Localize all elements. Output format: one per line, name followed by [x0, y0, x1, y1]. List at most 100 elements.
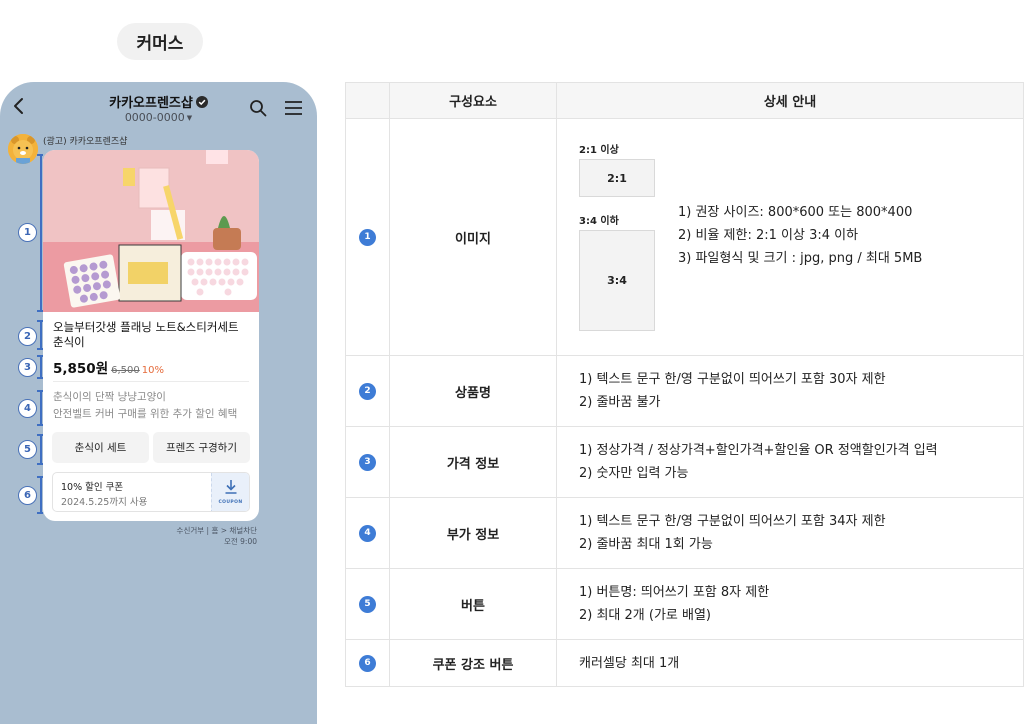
- additional-info-line-1: 춘식이의 단짝 냥냥고양이: [53, 391, 166, 403]
- card-divider: [53, 381, 249, 382]
- price-current: 5,850원: [53, 361, 109, 377]
- marker-6: 6: [18, 486, 37, 505]
- marker-2: 2: [18, 327, 37, 346]
- additional-info-line-2: 안전벨트 커버 구매를 위한 추가 할인 혜택: [53, 408, 238, 420]
- bracket-line-price: [37, 355, 43, 379]
- additional-info: 춘식이의 단짝 냥냥고양이 안전벨트 커버 구매를 위한 추가 할인 혜택: [53, 389, 253, 423]
- row-number-badge: 4: [359, 524, 376, 542]
- row-name: 상품명: [389, 355, 557, 427]
- row-detail-cell: 1) 텍스트 문구 한/영 구분없이 띄어쓰기 포함 34자 제한 2) 줄바꿈…: [556, 497, 1024, 569]
- table-row: 5 버튼 1) 버튼명: 띄어쓰기 포함 8자 제한 2) 최대 2개 (가로 …: [345, 568, 1024, 640]
- row-name: 버튼: [389, 568, 557, 640]
- product-title: 오늘부터갓생 플래닝 노트&스티커세트 춘식이: [53, 320, 253, 350]
- spec-table: 구성요소 상세 안내 1 이미지 2:1 이상 2:1 3:4 이하 3:4 1…: [345, 82, 1024, 687]
- search-icon[interactable]: [249, 99, 267, 117]
- price-row: 5,850원 6,500 10%: [53, 357, 164, 377]
- product-title-line-1: 오늘부터갓생 플래닝 노트&스티커세트: [53, 320, 239, 334]
- row-number-badge: 1: [359, 228, 376, 246]
- detail-line: 1) 정상가격 / 정상가격+할인가격+할인율 OR 정액할인가격 입력: [579, 443, 938, 458]
- row-name: 이미지: [389, 118, 557, 356]
- header-detail: 상세 안내: [556, 82, 1024, 119]
- detail-line: 1) 텍스트 문구 한/영 구분없이 띄어쓰기 포함 34자 제한: [579, 514, 886, 529]
- coupon-download-area[interactable]: COUPON: [211, 473, 249, 511]
- row-num-cell: 6: [345, 639, 390, 687]
- bracket-line-buttons: [37, 434, 43, 465]
- coupon-tag: COUPON: [218, 500, 243, 505]
- row-num-cell: 2: [345, 355, 390, 427]
- bracket-line-subinfo: [37, 390, 43, 426]
- row-number-badge: 5: [359, 595, 376, 613]
- product-title-line-2: 춘식이: [53, 335, 85, 349]
- row-number-badge: 3: [359, 453, 376, 471]
- sender-label: (광고) 카카오프렌즈샵: [43, 137, 128, 147]
- ratio-label-2-1: 2:1 이상: [579, 145, 619, 156]
- coupon-button[interactable]: 10% 할인 쿠폰 2024.5.25까지 사용 COUPON: [52, 472, 250, 512]
- channel-avatar[interactable]: [8, 134, 38, 164]
- row-detail-cell: 캐러셀당 최대 1개: [556, 639, 1024, 687]
- row-num-cell: 3: [345, 426, 390, 498]
- marker-5: 5: [18, 440, 37, 459]
- marker-4: 4: [18, 399, 37, 418]
- price-discount: 10%: [141, 365, 164, 376]
- row-num-cell: 5: [345, 568, 390, 640]
- table-row: 3 가격 정보 1) 정상가격 / 정상가격+할인가격+할인율 OR 정액할인가…: [345, 426, 1024, 498]
- row-detail-cell: 2:1 이상 2:1 3:4 이하 3:4 1) 권장 사이즈: 800*600…: [556, 118, 1024, 356]
- detail-line: 1) 버튼명: 띄어쓰기 포함 8자 제한: [579, 585, 770, 600]
- bracket-line-coupon: [37, 476, 43, 514]
- card-button-chunsik-set[interactable]: 춘식이 세트: [52, 432, 149, 463]
- ratio-box-3-4: 3:4: [579, 230, 655, 331]
- table-row: 2 상품명 1) 텍스트 문구 한/영 구분없이 띄어쓰기 포함 30자 제한 …: [345, 355, 1024, 427]
- image-detail: 2:1 이상 2:1 3:4 이하 3:4 1) 권장 사이즈: 800*600…: [557, 119, 1023, 355]
- price-original: 6,500: [111, 365, 140, 376]
- row-name: 가격 정보: [389, 426, 557, 498]
- download-icon: [225, 480, 237, 494]
- header-num: [345, 82, 390, 119]
- phone-mockup: 카카오프렌즈샵 0000-0000 ▼ (광고) 카카오프렌즈샵 1 2 3 4…: [0, 82, 317, 724]
- header-component: 구성요소: [389, 82, 557, 119]
- row-number-badge: 6: [359, 654, 376, 672]
- message-timestamp: 오전 9:00: [223, 537, 257, 546]
- bracket-line-title: [37, 320, 43, 350]
- chat-header: 카카오프렌즈샵 0000-0000 ▼: [0, 82, 317, 130]
- detail-line: 2) 숫자만 입력 가능: [579, 466, 689, 481]
- hamburger-menu-icon[interactable]: [284, 100, 303, 116]
- page-title: 커머스: [117, 23, 203, 60]
- ryan-character-icon: [8, 134, 38, 164]
- marker-3: 3: [18, 358, 37, 377]
- channel-number-row[interactable]: 0000-0000 ▼: [0, 111, 317, 124]
- detail-line: 2) 줄바꿈 최대 1회 가능: [579, 537, 713, 552]
- detail-line: 2) 비율 제한: 2:1 이상 3:4 이하: [678, 228, 859, 243]
- row-num-cell: 1: [345, 118, 390, 356]
- detail-line: 1) 권장 사이즈: 800*600 또는 800*400: [678, 205, 913, 220]
- table-row: 4 부가 정보 1) 텍스트 문구 한/영 구분없이 띄어쓰기 포함 34자 제…: [345, 497, 1024, 569]
- row-detail-cell: 1) 정상가격 / 정상가격+할인가격+할인율 OR 정액할인가격 입력 2) …: [556, 426, 1024, 498]
- coupon-title: 10% 할인 쿠폰: [61, 482, 124, 493]
- ratio-label-3-4: 3:4 이하: [579, 216, 619, 227]
- table-row: 1 이미지 2:1 이상 2:1 3:4 이하 3:4 1) 권장 사이즈: 8…: [345, 118, 1024, 356]
- marker-1: 1: [18, 223, 37, 242]
- row-detail-cell: 1) 버튼명: 띄어쓰기 포함 8자 제한 2) 최대 2개 (가로 배열): [556, 568, 1024, 640]
- detail-line: 캐러셀당 최대 1개: [579, 655, 680, 671]
- detail-line: 3) 파일형식 및 크기 : jpg, png / 최대 5MB: [678, 251, 923, 266]
- card-button-browse-friends[interactable]: 프렌즈 구경하기: [153, 432, 250, 463]
- row-name: 쿠폰 강조 버튼: [389, 639, 557, 687]
- channel-name: 카카오프렌즈샵: [109, 96, 193, 111]
- row-detail-cell: 1) 텍스트 문구 한/영 구분없이 띄어쓰기 포함 30자 제한 2) 줄바꿈…: [556, 355, 1024, 427]
- row-number-badge: 2: [359, 382, 376, 400]
- footer-links[interactable]: 수신거부 | 홈 > 채널차단: [177, 525, 257, 536]
- caret-down-icon: ▼: [186, 114, 193, 122]
- coupon-date: 2024.5.25까지 사용: [61, 497, 148, 508]
- detail-line: 2) 줄바꿈 불가: [579, 395, 661, 410]
- row-num-cell: 4: [345, 497, 390, 569]
- row-name: 부가 정보: [389, 497, 557, 569]
- channel-number: 0000-0000: [124, 111, 185, 124]
- ratio-box-2-1: 2:1: [579, 159, 655, 197]
- detail-line: 1) 텍스트 문구 한/영 구분없이 띄어쓰기 포함 30자 제한: [579, 372, 886, 387]
- detail-line: 2) 최대 2개 (가로 배열): [579, 608, 712, 623]
- commerce-message-card: 오늘부터갓생 플래닝 노트&스티커세트 춘식이 5,850원 6,500 10% 춘…: [43, 150, 259, 521]
- table-row: 6 쿠폰 강조 버튼 캐러셀당 최대 1개: [345, 639, 1024, 687]
- verified-badge-icon: [195, 96, 208, 108]
- image-spec-lines: 1) 권장 사이즈: 800*600 또는 800*400 2) 비율 제한: …: [678, 201, 922, 270]
- product-image[interactable]: [43, 150, 259, 312]
- table-header-row: 구성요소 상세 안내: [345, 82, 1024, 119]
